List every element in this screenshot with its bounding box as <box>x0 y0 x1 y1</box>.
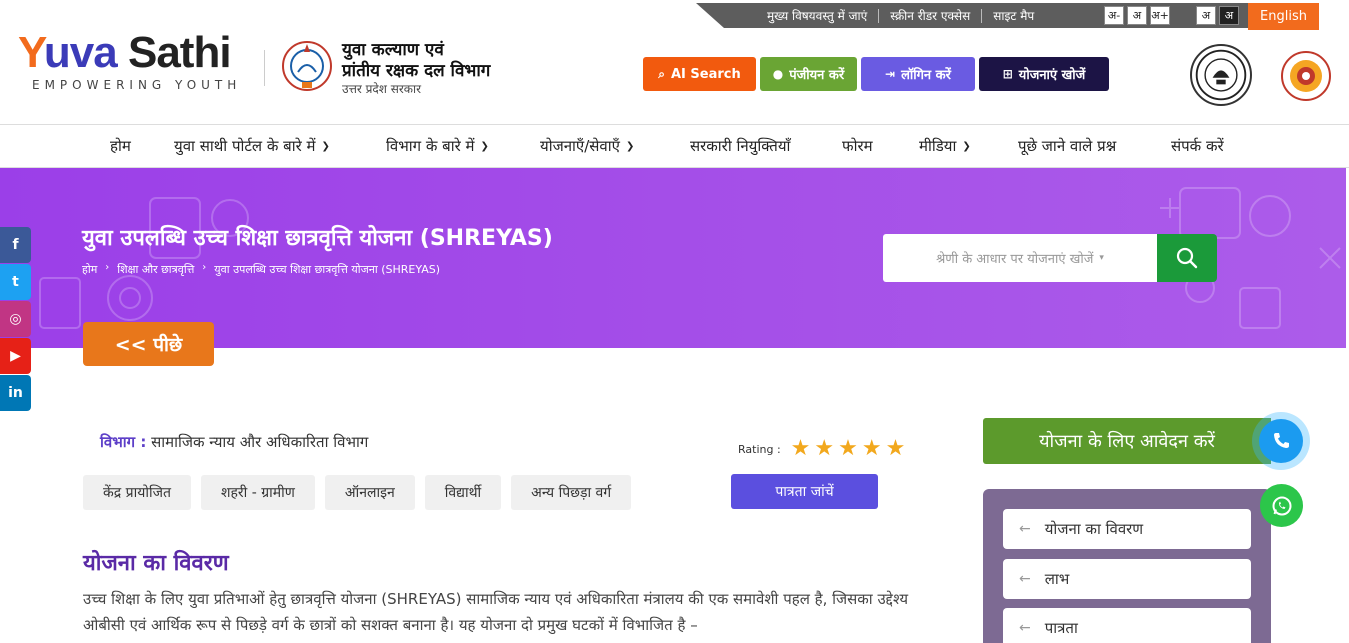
tag-online: ऑनलाइन <box>324 475 415 510</box>
yuva-sathi-logo[interactable]: Yuva Sathi EMPOWERING YOUTH <box>18 20 250 98</box>
chevron-down-icon: ❯ <box>480 140 489 152</box>
nav-schemes-services[interactable]: योजनाएँ/सेवाएँ ❯ <box>540 125 634 167</box>
breadcrumb-home[interactable]: होम <box>82 262 97 277</box>
department-info: विभाग : सामाजिक न्याय और अधिकारिता विभाग <box>100 433 369 451</box>
register-button[interactable]: ● पंजीयन करें <box>760 57 857 91</box>
find-schemes-button[interactable]: ⊞ योजनाएं खोजें <box>979 57 1109 91</box>
logo-tagline: EMPOWERING YOUTH <box>32 78 242 92</box>
search-icon <box>1176 247 1198 269</box>
up-government-emblem-icon <box>282 41 332 91</box>
skip-to-content-link[interactable]: मुख्य विषयवस्तु में जाएं <box>756 9 878 23</box>
page-title: युवा उपलब्धि उच्च शिक्षा छात्रवृत्ति योज… <box>82 226 553 251</box>
star-icon[interactable]: ★ <box>814 438 834 460</box>
nav-contact[interactable]: संपर्क करें <box>1171 125 1224 167</box>
search-icon: ⌕ <box>658 66 665 81</box>
facebook-icon[interactable]: f <box>0 227 31 263</box>
nav-about-department[interactable]: विभाग के बारे में ❯ <box>386 125 489 167</box>
font-decrease-button[interactable]: अ- <box>1104 6 1124 25</box>
arrow-left-icon: ← <box>1019 521 1031 537</box>
scheme-tags: केंद्र प्रायोजित शहरी - ग्रामीण ऑनलाइन व… <box>83 475 632 510</box>
logo-wordmark: Yuva Sathi <box>18 28 232 77</box>
whatsapp-float-button[interactable] <box>1260 484 1303 527</box>
star-icon[interactable]: ★ <box>862 438 882 460</box>
font-increase-button[interactable]: अ+ <box>1150 6 1170 25</box>
ai-search-button[interactable]: ⌕ AI Search <box>643 57 756 91</box>
call-float-button[interactable] <box>1252 412 1310 470</box>
banner-search-button[interactable] <box>1157 234 1217 282</box>
nav-forum[interactable]: फोरम <box>842 125 873 167</box>
phone-icon <box>1259 419 1303 463</box>
chevron-down-icon: ❯ <box>625 140 635 152</box>
login-icon: ⇥ <box>885 67 896 81</box>
arrow-left-icon: ← <box>1019 620 1031 636</box>
tag-student: विद्यार्थी <box>424 475 502 510</box>
main-navigation: होम युवा साथी पोर्टल के बारे में ❯ विभाग … <box>0 124 1349 168</box>
section-title: योजना का विवरण <box>83 551 229 576</box>
nav-faq[interactable]: पूछे जाने वाले प्रश्न <box>1018 125 1116 167</box>
nav-about-portal[interactable]: युवा साथी पोर्टल के बारे में ❯ <box>174 125 330 167</box>
instagram-icon[interactable]: ◎ <box>0 301 31 337</box>
scheme-description: उच्च शिक्षा के लिए युवा प्रतिभाओं हेतु छ… <box>83 590 909 634</box>
tag-obc: अन्य पिछड़ा वर्ग <box>511 475 632 510</box>
breadcrumb-category[interactable]: शिक्षा और छात्रवृत्ति <box>117 262 194 277</box>
chevron-down-icon: ❯ <box>321 140 330 152</box>
tag-centrally-sponsored: केंद्र प्रायोजित <box>83 475 191 510</box>
login-button[interactable]: ⇥ लॉगिन करें <box>861 57 975 91</box>
arrow-left-icon: ← <box>1019 571 1031 587</box>
caret-down-icon: ▾ <box>1099 253 1104 263</box>
language-toggle-button[interactable]: English <box>1248 3 1319 30</box>
tag-urban-rural: शहरी - ग्रामीण <box>200 475 315 510</box>
rating: Rating : ★ ★ ★ ★ ★ <box>738 436 906 461</box>
screen-reader-link[interactable]: स्क्रीन रीडर एक्सेस <box>878 8 981 23</box>
breadcrumb: होम › शिक्षा और छात्रवृत्ति › युवा उपलब्… <box>82 262 440 277</box>
user-icon: ● <box>772 67 784 81</box>
mission-seal-icon <box>1281 51 1331 101</box>
department-name: युवा कल्याण एवं प्रांतीय रक्षक दल विभाग … <box>342 40 491 96</box>
star-icon[interactable]: ★ <box>838 438 858 460</box>
header-divider <box>264 50 265 86</box>
sitemap-icon: ⊞ <box>1002 67 1013 81</box>
check-eligibility-button[interactable]: पात्रता जांचें <box>731 474 878 509</box>
sidebar-link-eligibility[interactable]: ← पात्रता <box>1003 608 1251 643</box>
scheme-category-search[interactable]: श्रेणी के आधार पर योजनाएं खोजें ▾ <box>883 234 1157 282</box>
sitemap-link[interactable]: साइट मैप <box>981 8 1045 23</box>
nav-govt-jobs[interactable]: सरकारी नियुक्तियाँ <box>690 125 790 167</box>
star-icon[interactable]: ★ <box>791 438 811 460</box>
youtube-icon[interactable]: ▶ <box>0 338 31 374</box>
breadcrumb-separator-icon: › <box>202 262 207 273</box>
whatsapp-icon <box>1272 496 1291 515</box>
light-contrast-button[interactable]: अ <box>1196 6 1216 25</box>
font-size-controls: अ- अ अ+ <box>1104 6 1170 25</box>
font-normal-button[interactable]: अ <box>1127 6 1147 25</box>
dark-contrast-button[interactable]: अ <box>1219 6 1239 25</box>
apply-for-scheme-button[interactable]: योजना के लिए आवेदन करें <box>983 418 1271 464</box>
page-banner: युवा उपलब्धि उच्च शिक्षा छात्रवृत्ति योज… <box>0 168 1346 348</box>
linkedin-icon[interactable]: in <box>0 375 31 411</box>
chevron-down-icon: ❯ <box>962 140 971 152</box>
top-utility-bar: मुख्य विषयवस्तु में जाएं स्क्रीन रीडर एक… <box>696 3 1349 30</box>
star-icon[interactable]: ★ <box>886 438 906 460</box>
breadcrumb-separator-icon: › <box>105 262 110 273</box>
up-state-seal-icon <box>1190 44 1252 106</box>
breadcrumb-current: युवा उपलब्धि उच्च शिक्षा छात्रवृत्ति योज… <box>214 263 440 276</box>
twitter-icon[interactable]: t <box>0 264 31 300</box>
nav-media[interactable]: मीडिया ❯ <box>919 125 971 167</box>
nav-home[interactable]: होम <box>110 125 131 167</box>
sidebar-link-benefits[interactable]: ← लाभ <box>1003 559 1251 599</box>
back-button[interactable]: << पीछे <box>83 322 214 366</box>
utility-links: मुख्य विषयवस्तु में जाएं स्क्रीन रीडर एक… <box>756 3 1045 28</box>
sidebar-link-scheme-details[interactable]: ← योजना का विवरण <box>1003 509 1251 549</box>
contrast-controls: अ अ <box>1196 6 1239 25</box>
